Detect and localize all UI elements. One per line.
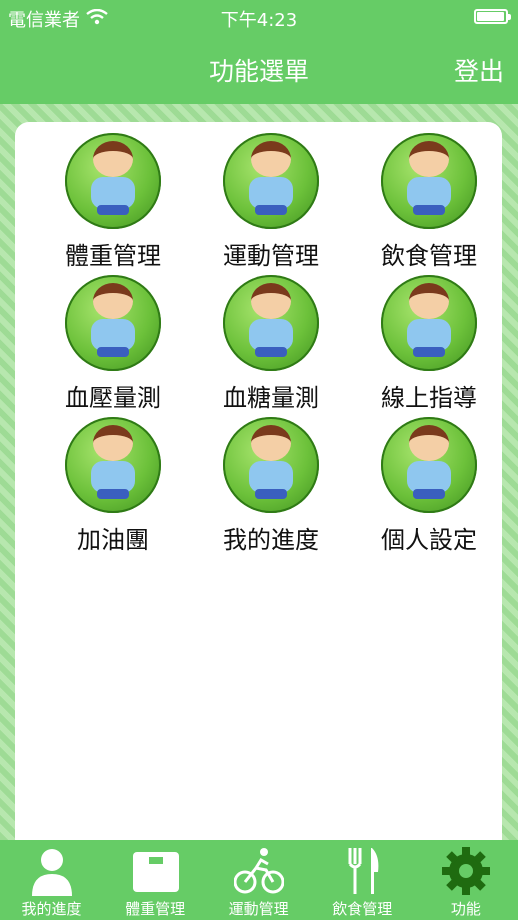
menu-item-8[interactable]: 我的進度 [189, 412, 341, 554]
tab-label: 運動管理 [228, 900, 289, 918]
cyclist-icon [233, 846, 285, 896]
blood-sugar-icon [223, 275, 319, 371]
content-area: 體重管理 運動管理 飲食管理血壓量測 血糖量測 線上指導加油團 我的進度 個人設定 [0, 104, 518, 862]
navigation-bar: 功能選單 登出 [0, 34, 518, 104]
menu-item-3[interactable]: 飲食管理 [347, 128, 499, 270]
menu-item-5[interactable]: 血糖量測 [189, 270, 341, 412]
menu-item-label: 線上指導 [381, 384, 477, 412]
menu-item-2[interactable]: 運動管理 [189, 128, 341, 270]
progress-chart-icon [223, 417, 319, 513]
app-screen: 電信業者 下午4:23 功能選單 登出 體重管理 運動管理 飲食管理 血壓量測 血糖量測… [0, 0, 518, 920]
page-title: 功能選單 [208, 57, 309, 86]
menu-item-label: 我的進度 [223, 526, 319, 554]
tab-item-2[interactable]: 體重管理 [104, 840, 207, 920]
menu-panel: 體重管理 運動管理 飲食管理血壓量測 血糖量測 線上指導加油團 我的進度 個人設定 [15, 122, 502, 862]
tab-label: 功能 [450, 900, 481, 918]
tab-item-1[interactable]: 我的進度 [0, 840, 103, 920]
weight-scale-icon [65, 133, 161, 229]
menu-item-label: 血壓量測 [65, 384, 161, 412]
scale-icon [131, 846, 181, 896]
fork-knife-icon [338, 846, 388, 896]
menu-item-label: 血糖量測 [223, 384, 319, 412]
tab-label: 體重管理 [125, 900, 186, 918]
menu-item-label: 飲食管理 [381, 242, 477, 270]
blood-pressure-icon [65, 275, 161, 371]
gear-icon [441, 846, 491, 896]
menu-item-label: 運動管理 [223, 242, 319, 270]
menu-item-4[interactable]: 血壓量測 [31, 270, 183, 412]
tab-label: 飲食管理 [332, 900, 393, 918]
menu-item-6[interactable]: 線上指導 [347, 270, 499, 412]
tab-item-5[interactable]: 功能 [414, 840, 517, 920]
tab-item-4[interactable]: 飲食管理 [311, 840, 414, 920]
menu-item-7[interactable]: 加油團 [31, 412, 183, 554]
tab-label: 我的進度 [21, 900, 82, 918]
battery-icon [474, 9, 511, 24]
menu-item-label: 加油團 [77, 526, 149, 554]
meal-icon [381, 133, 477, 229]
tab-item-3[interactable]: 運動管理 [207, 840, 310, 920]
status-time: 下午4:23 [220, 10, 298, 31]
menu-item-label: 體重管理 [65, 242, 161, 270]
menu-item-1[interactable]: 體重管理 [31, 128, 183, 270]
cheer-icon [65, 417, 161, 513]
tab-bar: 我的進度 體重管理 運動管理 飲食管理 功能 [0, 840, 518, 920]
logout-button[interactable]: 登出 [454, 52, 504, 88]
menu-item-9[interactable]: 個人設定 [347, 412, 499, 554]
battery-fill [477, 12, 504, 21]
menu-item-label: 個人設定 [381, 526, 477, 554]
person-icon [27, 846, 77, 896]
status-bar: 電信業者 下午4:23 [0, 0, 518, 34]
online-guidance-icon [381, 275, 477, 371]
wrench-settings-icon [381, 417, 477, 513]
treadmill-icon [223, 133, 319, 229]
